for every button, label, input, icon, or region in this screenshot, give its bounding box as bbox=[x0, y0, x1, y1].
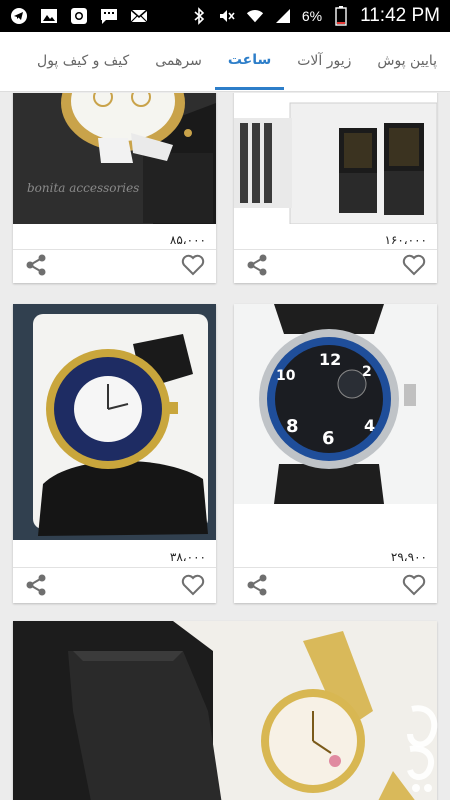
product-price: ۸۵،۰۰۰ bbox=[169, 233, 206, 247]
signal-icon bbox=[274, 7, 292, 25]
product-price: ۱۶۰،۰۰۰ bbox=[384, 233, 427, 247]
share-icon[interactable] bbox=[23, 252, 49, 278]
card-divider bbox=[234, 567, 437, 568]
tab-bags-wallets[interactable]: کیف و کیف پول bbox=[24, 32, 142, 90]
dial-number: 6 bbox=[322, 428, 335, 449]
tab-jewelry[interactable]: زیور آلات bbox=[284, 32, 364, 90]
card-divider bbox=[234, 249, 437, 250]
favorite-heart-icon[interactable] bbox=[401, 252, 427, 278]
card-divider bbox=[13, 567, 216, 568]
favorite-heart-icon[interactable] bbox=[401, 572, 427, 598]
wifi-icon bbox=[246, 7, 264, 25]
product-image[interactable] bbox=[234, 93, 437, 224]
product-price: ۳۸،۰۰۰ bbox=[169, 550, 206, 564]
dial-number: 10 bbox=[276, 368, 296, 384]
product-image[interactable] bbox=[13, 304, 216, 540]
share-icon[interactable] bbox=[23, 572, 49, 598]
product-card[interactable] bbox=[13, 621, 437, 800]
status-bar: 6% 11:42 PM bbox=[0, 0, 450, 32]
dial-number: 4 bbox=[364, 416, 376, 435]
product-image[interactable]: 12 2 4 6 8 10 bbox=[234, 304, 437, 504]
favorite-heart-icon[interactable] bbox=[180, 252, 206, 278]
message-icon bbox=[100, 7, 118, 25]
mail-icon bbox=[130, 7, 148, 25]
product-grid: bonita accessories ۸۵،۰۰۰ ۱۶۰،۰۰۰ ۳۸،۰۰۰… bbox=[0, 93, 450, 800]
share-icon[interactable] bbox=[244, 252, 270, 278]
tab-bottoms[interactable]: پایین پوش bbox=[364, 32, 450, 90]
battery-icon bbox=[332, 6, 350, 26]
card-divider bbox=[13, 249, 216, 250]
bluetooth-icon bbox=[190, 7, 208, 25]
dial-number: 12 bbox=[319, 350, 342, 369]
dial-number: 2 bbox=[362, 364, 372, 380]
product-image[interactable] bbox=[13, 621, 437, 800]
product-image[interactable]: bonita accessories bbox=[13, 93, 216, 224]
gallery-icon bbox=[40, 7, 58, 25]
category-tab-bar: پایین پوش زیور آلات ساعت سرهمی کیف و کیف… bbox=[0, 32, 450, 92]
bazaar-logo-icon bbox=[402, 704, 442, 794]
product-card[interactable]: ۳۸،۰۰۰ bbox=[13, 304, 216, 603]
instagram-icon bbox=[70, 7, 88, 25]
favorite-heart-icon[interactable] bbox=[180, 572, 206, 598]
mute-icon bbox=[218, 7, 236, 25]
clock: 11:42 PM bbox=[360, 5, 440, 26]
tab-jumpsuits[interactable]: سرهمی bbox=[142, 32, 215, 90]
share-icon[interactable] bbox=[244, 572, 270, 598]
product-card[interactable]: 12 2 4 6 8 10 ۲۹،۹۰۰ bbox=[234, 304, 437, 603]
battery-percent: 6% bbox=[301, 8, 323, 24]
dial-number: 8 bbox=[286, 416, 299, 437]
product-card[interactable]: bonita accessories ۸۵،۰۰۰ bbox=[13, 93, 216, 283]
telegram-icon bbox=[10, 7, 28, 25]
product-card[interactable]: ۱۶۰،۰۰۰ bbox=[234, 93, 437, 283]
product-price: ۲۹،۹۰۰ bbox=[390, 550, 427, 564]
watermark-text: bonita accessories bbox=[27, 181, 140, 195]
tab-watches[interactable]: ساعت bbox=[214, 32, 285, 90]
